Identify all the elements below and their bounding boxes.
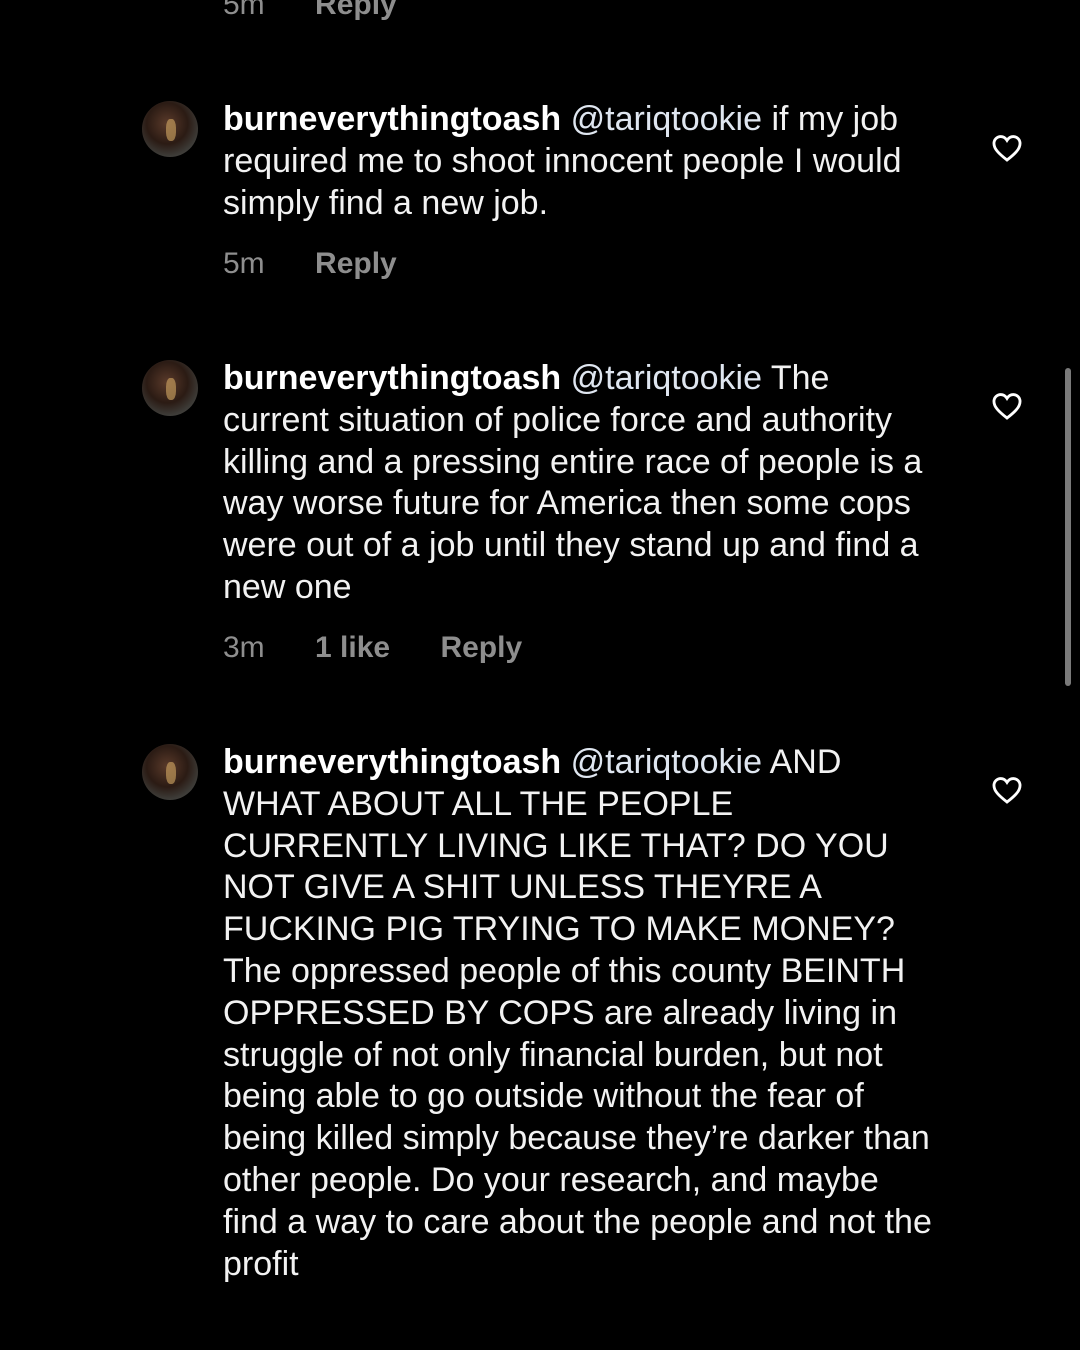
comment-username[interactable]: burneverythingtoash [223,100,561,138]
reply-button[interactable]: Reply [440,631,522,665]
comment-mention[interactable]: @tariqtookie [571,359,762,397]
comment-mention[interactable]: @tariqtookie [571,743,762,781]
like-heart-icon[interactable] [990,131,1024,165]
likes-count[interactable]: 1 like [315,631,390,665]
avatar[interactable] [142,101,198,157]
comment-username[interactable]: burneverythingtoash [223,359,561,397]
comment-time: 3m [223,631,265,664]
comment-username[interactable]: burneverythingtoash [223,743,561,781]
comment-time: 5m [223,0,265,21]
avatar[interactable] [142,744,198,800]
reply-button[interactable]: Reply [315,247,397,281]
comment-body: burneverythingtoash @tariqtookie The cur… [223,358,943,609]
comment-time: 5m [223,247,265,280]
scrollbar[interactable] [1065,368,1071,686]
comment-text: AND WHAT ABOUT ALL THE PEOPLE CURRENTLY … [223,743,932,1283]
comment-body: burneverythingtoash @tariqtookie AND WHA… [223,742,943,1285]
comment-mention[interactable]: @tariqtookie [571,100,762,138]
like-heart-icon[interactable] [990,773,1024,807]
comment-meta: 5m Reply [223,247,397,281]
avatar[interactable] [142,360,198,416]
comment-body: burneverythingtoash @tariqtookie if my j… [223,99,943,224]
reply-button[interactable]: Reply [315,0,397,22]
comment-meta: 3m 1 like Reply [223,631,522,665]
like-heart-icon[interactable] [990,389,1024,423]
comment-meta-partial: 5m Reply [223,0,397,22]
